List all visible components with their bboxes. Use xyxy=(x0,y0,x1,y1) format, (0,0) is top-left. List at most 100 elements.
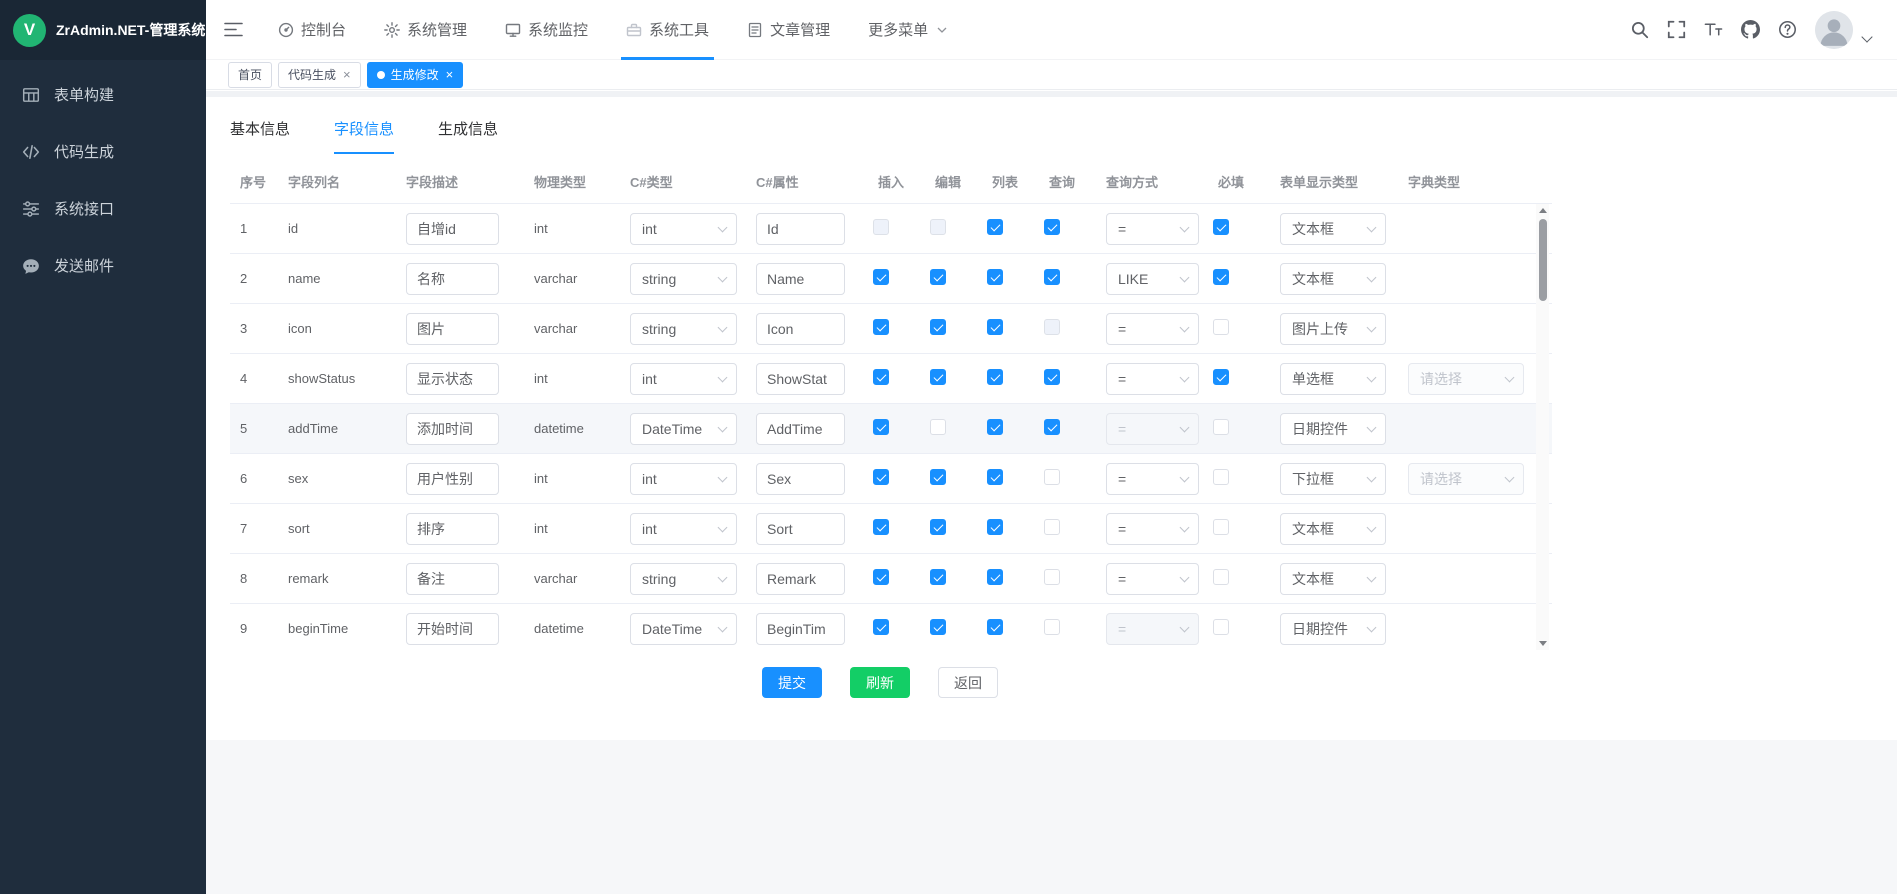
query-checkbox[interactable] xyxy=(1044,469,1060,485)
scroll-up-button[interactable] xyxy=(1536,204,1549,217)
query-mode-select[interactable]: = xyxy=(1106,363,1199,395)
description-input[interactable] xyxy=(406,463,499,495)
edit-checkbox[interactable] xyxy=(930,369,946,385)
required-checkbox[interactable] xyxy=(1213,319,1229,335)
submit-button[interactable]: 提交 xyxy=(762,667,822,698)
query-mode-select[interactable]: = xyxy=(1106,213,1199,245)
query-checkbox[interactable] xyxy=(1044,619,1060,635)
scrollbar-track[interactable] xyxy=(1536,217,1549,637)
sidebar-toggle-button[interactable] xyxy=(224,21,243,38)
csharp-property-input[interactable] xyxy=(756,513,845,545)
description-input[interactable] xyxy=(406,363,499,395)
query-mode-select[interactable]: = xyxy=(1106,413,1199,445)
csharp-type-select[interactable]: int xyxy=(630,213,737,245)
query-mode-select[interactable]: = xyxy=(1106,463,1199,495)
csharp-type-select[interactable]: int xyxy=(630,513,737,545)
list-checkbox[interactable] xyxy=(987,469,1003,485)
scroll-down-button[interactable] xyxy=(1536,637,1549,650)
csharp-type-select[interactable]: string xyxy=(630,313,737,345)
edit-checkbox[interactable] xyxy=(930,419,946,435)
insert-checkbox[interactable] xyxy=(873,419,889,435)
edit-checkbox[interactable] xyxy=(930,319,946,335)
query-mode-select[interactable]: = xyxy=(1106,563,1199,595)
display-type-select[interactable]: 日期控件 xyxy=(1280,613,1386,645)
insert-checkbox[interactable] xyxy=(873,369,889,385)
sidebar-item-form-build[interactable]: 表单构建 xyxy=(0,66,206,123)
list-checkbox[interactable] xyxy=(987,219,1003,235)
refresh-button[interactable]: 刷新 xyxy=(850,667,910,698)
nav-item-system-tools[interactable]: 系统工具 xyxy=(607,0,728,60)
nav-item-article-manage[interactable]: 文章管理 xyxy=(728,0,849,60)
query-checkbox[interactable] xyxy=(1044,269,1060,285)
fullscreen-button[interactable] xyxy=(1667,20,1686,39)
edit-checkbox[interactable] xyxy=(930,569,946,585)
display-type-select[interactable]: 文本框 xyxy=(1280,563,1386,595)
csharp-property-input[interactable] xyxy=(756,313,845,345)
csharp-property-input[interactable] xyxy=(756,363,845,395)
scrollbar-thumb[interactable] xyxy=(1539,219,1547,301)
nav-item-dashboard[interactable]: 控制台 xyxy=(259,0,365,60)
edit-checkbox[interactable] xyxy=(930,619,946,635)
insert-checkbox[interactable] xyxy=(873,519,889,535)
query-checkbox[interactable] xyxy=(1044,369,1060,385)
csharp-property-input[interactable] xyxy=(756,413,845,445)
insert-checkbox[interactable] xyxy=(873,269,889,285)
description-input[interactable] xyxy=(406,563,499,595)
query-mode-select[interactable]: LIKE xyxy=(1106,263,1199,295)
required-checkbox[interactable] xyxy=(1213,519,1229,535)
dict-type-select[interactable]: 请选择 xyxy=(1408,463,1524,495)
query-mode-select[interactable]: = xyxy=(1106,513,1199,545)
user-avatar[interactable] xyxy=(1815,11,1853,49)
required-checkbox[interactable] xyxy=(1213,619,1229,635)
required-checkbox[interactable] xyxy=(1213,219,1229,235)
required-checkbox[interactable] xyxy=(1213,419,1229,435)
query-mode-select[interactable]: = xyxy=(1106,613,1199,645)
display-type-select[interactable]: 文本框 xyxy=(1280,213,1386,245)
tag-code-gen[interactable]: 代码生成 × xyxy=(278,62,361,88)
github-button[interactable] xyxy=(1741,20,1760,39)
edit-checkbox[interactable] xyxy=(930,469,946,485)
sidebar-item-code-gen[interactable]: 代码生成 xyxy=(0,123,206,180)
back-button[interactable]: 返回 xyxy=(938,667,998,698)
query-checkbox[interactable] xyxy=(1044,569,1060,585)
csharp-type-select[interactable]: string xyxy=(630,563,737,595)
description-input[interactable] xyxy=(406,613,499,645)
query-checkbox[interactable] xyxy=(1044,219,1060,235)
insert-checkbox[interactable] xyxy=(873,469,889,485)
nav-item-system-monitor[interactable]: 系统监控 xyxy=(486,0,607,60)
insert-checkbox[interactable] xyxy=(873,619,889,635)
font-size-button[interactable] xyxy=(1704,20,1723,39)
description-input[interactable] xyxy=(406,263,499,295)
csharp-property-input[interactable] xyxy=(756,463,845,495)
app-logo[interactable]: V ZrAdmin.NET-管理系统 xyxy=(0,0,206,60)
tag-gen-edit[interactable]: 生成修改 × xyxy=(367,62,464,88)
tab-generate-info[interactable]: 生成信息 xyxy=(438,118,498,154)
required-checkbox[interactable] xyxy=(1213,369,1229,385)
dict-type-select[interactable]: 请选择 xyxy=(1408,363,1524,395)
list-checkbox[interactable] xyxy=(987,319,1003,335)
tab-basic-info[interactable]: 基本信息 xyxy=(230,118,290,154)
description-input[interactable] xyxy=(406,213,499,245)
csharp-type-select[interactable]: DateTime xyxy=(630,413,737,445)
list-checkbox[interactable] xyxy=(987,569,1003,585)
description-input[interactable] xyxy=(406,313,499,345)
display-type-select[interactable]: 文本框 xyxy=(1280,513,1386,545)
display-type-select[interactable]: 下拉框 xyxy=(1280,463,1386,495)
chevron-down-icon[interactable] xyxy=(1861,31,1872,42)
display-type-select[interactable]: 日期控件 xyxy=(1280,413,1386,445)
list-checkbox[interactable] xyxy=(987,619,1003,635)
query-checkbox[interactable] xyxy=(1044,419,1060,435)
sidebar-item-send-mail[interactable]: 发送邮件 xyxy=(0,237,206,294)
nav-item-more-menu[interactable]: 更多菜单 xyxy=(849,0,966,60)
required-checkbox[interactable] xyxy=(1213,569,1229,585)
edit-checkbox[interactable] xyxy=(930,219,946,235)
csharp-type-select[interactable]: int xyxy=(630,363,737,395)
tab-field-info[interactable]: 字段信息 xyxy=(334,118,394,154)
insert-checkbox[interactable] xyxy=(873,319,889,335)
csharp-property-input[interactable] xyxy=(756,213,845,245)
list-checkbox[interactable] xyxy=(987,419,1003,435)
csharp-property-input[interactable] xyxy=(756,613,845,645)
search-button[interactable] xyxy=(1630,20,1649,39)
description-input[interactable] xyxy=(406,513,499,545)
display-type-select[interactable]: 图片上传 xyxy=(1280,313,1386,345)
